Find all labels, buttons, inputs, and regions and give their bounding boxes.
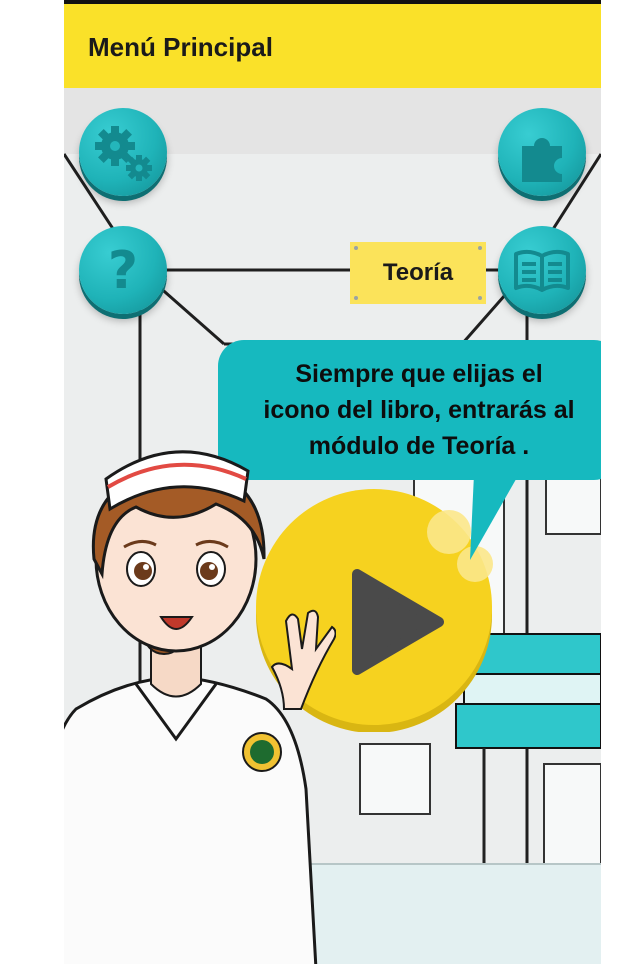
gears-icon xyxy=(95,126,152,181)
puzzle-button[interactable] xyxy=(498,108,586,196)
settings-button[interactable] xyxy=(79,108,167,196)
label-dot xyxy=(354,296,358,300)
book-icon xyxy=(514,249,570,292)
page-title: Menú Principal xyxy=(88,32,273,62)
theory-label: Teoría xyxy=(350,242,486,304)
puzzle-piece-icon xyxy=(522,138,562,182)
label-dot xyxy=(478,296,482,300)
label-dot xyxy=(478,246,482,250)
svg-text:?: ? xyxy=(108,241,138,301)
speech-bubble-tail xyxy=(470,474,519,560)
help-button[interactable]: ? xyxy=(79,226,167,314)
label-dot xyxy=(354,246,358,250)
nurse-character xyxy=(64,450,336,964)
theory-button[interactable] xyxy=(498,226,586,314)
theory-label-text: Teoría xyxy=(382,259,454,286)
app-bar: Menú Principal xyxy=(64,4,601,88)
app-screen: Menú Principal ? Teoría Siempre que elij… xyxy=(64,0,601,964)
question-mark-icon: ? xyxy=(108,241,138,301)
